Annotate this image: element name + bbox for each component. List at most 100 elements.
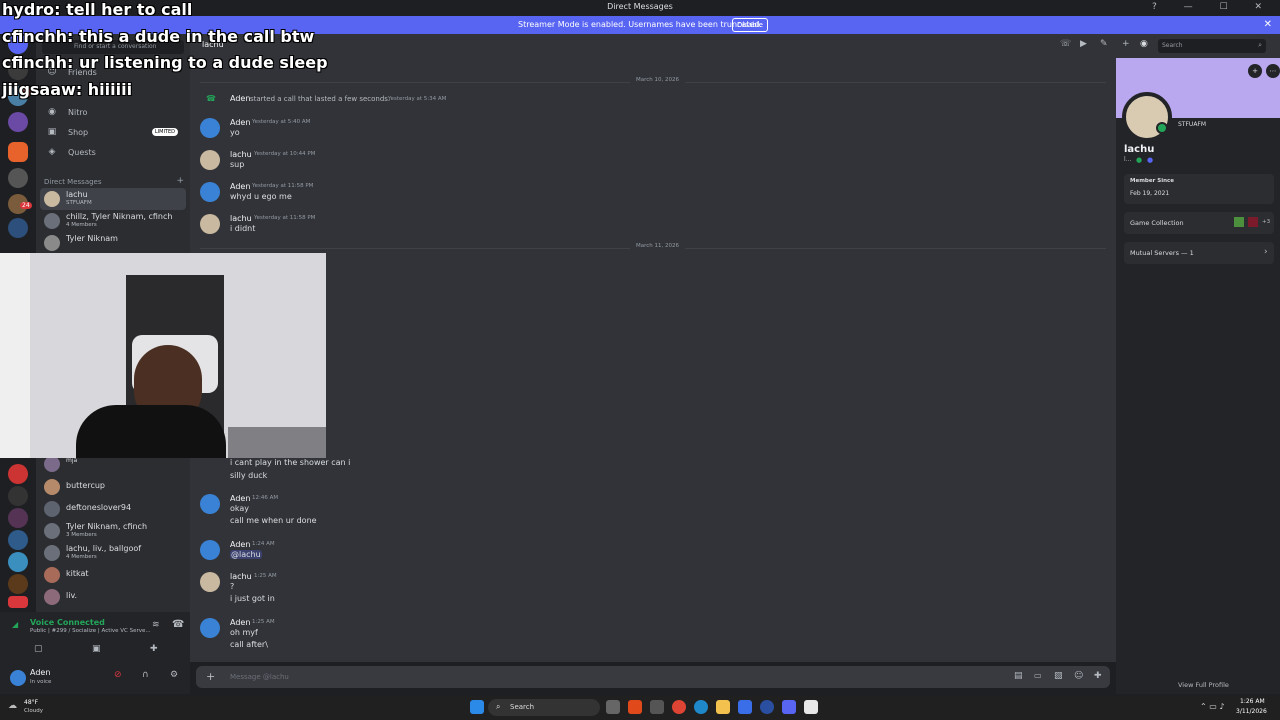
message-author[interactable]: lachu (230, 214, 252, 223)
search-input[interactable]: Search ⌕ (1158, 39, 1266, 53)
avatar[interactable] (200, 572, 220, 592)
message-author[interactable]: Aden (230, 618, 250, 627)
banner-close-icon[interactable]: ✕ (1264, 19, 1272, 30)
message-author[interactable]: Aden (230, 540, 250, 549)
message-author[interactable]: Aden (230, 494, 250, 503)
avatar[interactable] (200, 118, 220, 138)
server-icon[interactable] (8, 530, 28, 550)
message-text: silly duck (230, 471, 268, 480)
call-text: started a call that lasted a few seconds… (250, 95, 391, 103)
dm-item[interactable]: Tyler Niknam (40, 232, 186, 254)
create-dm-icon[interactable]: + (176, 176, 184, 186)
server-icon[interactable] (8, 486, 28, 506)
activities-icon[interactable]: ✚ (150, 644, 158, 654)
message-text: i didnt (230, 224, 256, 233)
call-icon[interactable]: ☏ (1060, 39, 1071, 49)
avatar[interactable] (200, 540, 220, 560)
apps-icon[interactable]: ✚ (1094, 671, 1102, 681)
headphones-icon[interactable]: ∩ (142, 670, 149, 680)
game-collection-card[interactable]: Game Collection +3 (1124, 212, 1274, 234)
conversation-header: lachu ☏ ▶ ✎ (190, 34, 1116, 59)
message-text: i cant play in the shower can i (230, 458, 351, 467)
edge-icon[interactable] (694, 700, 708, 714)
badge-icon: ● (1136, 156, 1143, 164)
profile-toggle-icon[interactable]: ◉ (1140, 39, 1148, 49)
emoji-icon[interactable]: ☺ (1074, 671, 1083, 681)
server-icon[interactable] (8, 218, 28, 238)
server-icon[interactable] (8, 142, 28, 162)
message-time: Yesterday at 11:58 PM (254, 215, 316, 221)
system-tray-icons[interactable]: ⌃ ▭ ♪ (1200, 702, 1224, 711)
message-author[interactable]: lachu (230, 572, 252, 581)
signal-icon[interactable]: ◢ (12, 620, 18, 629)
server-icon[interactable] (8, 574, 28, 594)
window-controls[interactable]: ? — ☐ ✕ (1152, 2, 1274, 12)
message-author[interactable]: lachu (230, 150, 252, 159)
gift-icon[interactable]: ▤ (1014, 671, 1023, 681)
message-author[interactable]: Aden (230, 118, 250, 127)
add-friend-icon[interactable]: + (1122, 39, 1130, 49)
screen-share-icon[interactable]: ▣ (92, 644, 101, 654)
user-mention[interactable]: @lachu (230, 550, 262, 559)
mutual-servers-card[interactable]: Mutual Servers — 1 › (1124, 242, 1274, 264)
dm-item[interactable]: lachu STFUAFM (40, 188, 186, 210)
attach-plus-icon[interactable]: + (206, 670, 215, 683)
voice-panel: ◢ Voice Connected Public | #299 / Social… (0, 612, 190, 662)
dm-item[interactable]: kitkat (40, 564, 186, 586)
server-icon[interactable] (8, 168, 28, 188)
task-view-icon[interactable] (606, 700, 620, 714)
dm-item[interactable]: deftoneslover94 (40, 498, 186, 520)
app-icon[interactable] (650, 700, 664, 714)
profile-avatar[interactable] (1122, 92, 1172, 142)
app-icon[interactable] (628, 700, 642, 714)
settings-gear-icon[interactable]: ⚙ (170, 670, 178, 680)
app-icon[interactable] (738, 700, 752, 714)
message-input[interactable]: + Message @lachu ▤ ▭ ▧ ☺ ✚ (196, 666, 1110, 688)
server-icon[interactable] (8, 112, 28, 132)
view-full-profile-link[interactable]: View Full Profile (1178, 681, 1229, 689)
clock-time[interactable]: 1:26 AM (1240, 698, 1265, 705)
dm-item[interactable]: lachu, liv., ballgoof 4 Members (40, 542, 186, 564)
discord-icon[interactable] (782, 700, 796, 714)
add-friend-icon[interactable]: + (1248, 64, 1262, 78)
mute-icon[interactable]: ⊘ (114, 670, 122, 680)
voice-channel[interactable]: Public | #299 / Socialize | Active VC Se… (30, 628, 151, 634)
file-explorer-icon[interactable] (716, 700, 730, 714)
gif-icon[interactable]: ▭ (1034, 671, 1042, 680)
more-options-icon[interactable]: ⋯ (1266, 64, 1280, 78)
video-icon[interactable]: ▶ (1080, 39, 1087, 49)
weather-icon[interactable]: ☁ (8, 701, 17, 711)
sticker-icon[interactable]: ▧ (1054, 671, 1063, 681)
server-icon[interactable] (8, 508, 28, 528)
app-icon[interactable] (804, 700, 818, 714)
message-author[interactable]: Aden (230, 94, 250, 103)
avatar[interactable] (200, 150, 220, 170)
avatar[interactable] (200, 182, 220, 202)
message-author[interactable]: Aden (230, 182, 250, 191)
chrome-icon[interactable] (672, 700, 686, 714)
sidebar-item-shop[interactable]: ▣ Shop LIMITED (44, 124, 184, 142)
sidebar-item-quests[interactable]: ◈ Quests (44, 144, 184, 162)
dm-item[interactable]: Tyler Niknam, cfinch 3 Members (40, 520, 186, 542)
server-icon[interactable] (8, 552, 28, 572)
camera-icon[interactable]: ▢ (34, 644, 43, 654)
start-button[interactable] (470, 700, 484, 714)
user-name: Aden (30, 668, 51, 677)
clock-date[interactable]: 3/11/2026 (1236, 708, 1267, 715)
avatar[interactable] (200, 214, 220, 234)
pin-icon[interactable]: ✎ (1100, 39, 1108, 49)
avatar[interactable] (200, 494, 220, 514)
disconnect-icon[interactable]: ☎ (172, 619, 184, 630)
sidebar-item-nitro[interactable]: ◉ Nitro (44, 104, 184, 122)
noise-suppression-icon[interactable]: ≋ (152, 620, 160, 630)
disable-streamer-button[interactable]: Disable (732, 18, 768, 32)
app-icon[interactable] (760, 700, 774, 714)
dm-item[interactable]: chillz, Tyler Niknam, cfinch 4 Members (40, 210, 186, 232)
user-avatar[interactable] (10, 670, 26, 686)
server-icon[interactable] (8, 464, 28, 484)
dm-item[interactable]: liv. (40, 586, 186, 608)
dm-item[interactable]: buttercup (40, 476, 186, 498)
message-time: 1:25 AM (254, 573, 277, 579)
avatar[interactable] (200, 618, 220, 638)
taskbar-search[interactable]: ⌕ Search (488, 699, 600, 716)
